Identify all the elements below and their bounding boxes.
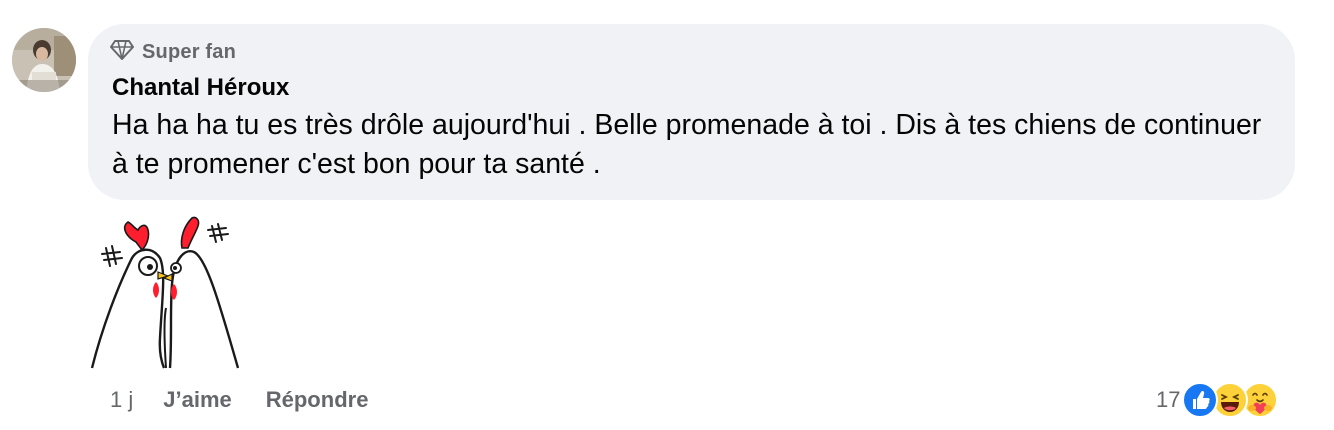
comment-author[interactable]: Chantal Héroux xyxy=(112,72,289,104)
comment-container: Super fan Chantal Héroux Ha ha ha tu es … xyxy=(0,0,1334,430)
reaction-icons xyxy=(1182,380,1282,420)
badge-label: Super fan xyxy=(142,40,237,63)
two-chickens-sticker[interactable] xyxy=(88,208,248,370)
comment-actions: 1 j J’aime Répondre xyxy=(110,384,402,416)
avatar[interactable] xyxy=(12,28,76,92)
avatar-photo-icon xyxy=(12,28,76,92)
comment-timestamp[interactable]: 1 j xyxy=(110,387,133,413)
reaction-summary[interactable]: 17 xyxy=(1156,380,1282,420)
reaction-count: 17 xyxy=(1156,387,1181,412)
comment-text: Ha ha ha tu es très drôle aujourd'hui . … xyxy=(112,109,1262,180)
like-reaction-icon xyxy=(1182,382,1219,418)
like-button[interactable]: J’aime xyxy=(163,387,232,413)
diamond-icon xyxy=(110,39,134,66)
super-fan-badge[interactable]: Super fan xyxy=(110,39,237,66)
reply-button[interactable]: Répondre xyxy=(266,387,369,413)
